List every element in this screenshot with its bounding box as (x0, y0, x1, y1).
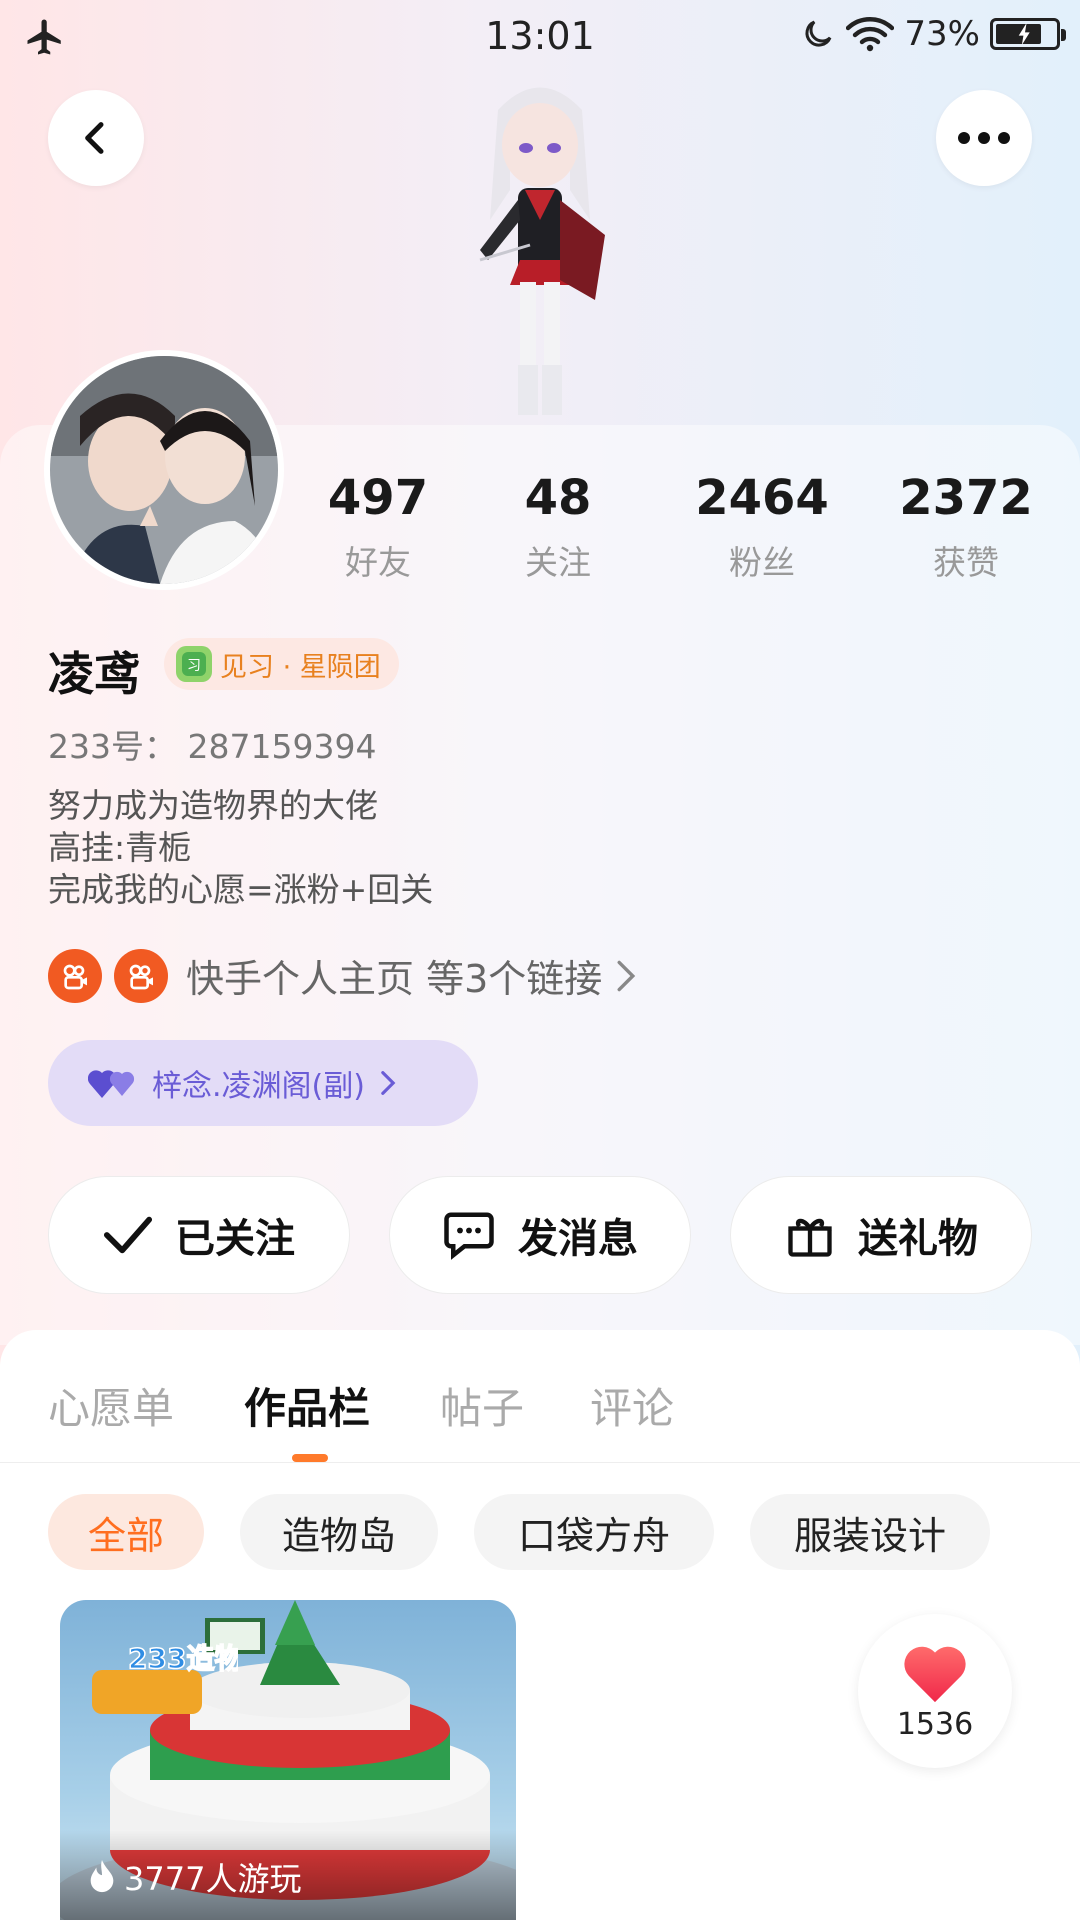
send-message-button[interactable]: 发消息 (389, 1176, 691, 1294)
stat-fans[interactable]: 2464 粉丝 (662, 470, 862, 584)
filter-chip-all[interactable]: 全部 (48, 1494, 204, 1570)
tab-wishlist[interactable]: 心愿单 (48, 1375, 174, 1436)
game-logo-text: 233造物岛 (128, 1642, 238, 1675)
stat-label: 获赞 (933, 543, 999, 582)
wifi-icon (846, 17, 895, 52)
status-bar: 13:01 73% (0, 0, 1080, 80)
send-message-label: 发消息 (518, 1216, 638, 1262)
tab-posts[interactable]: 帖子 (440, 1375, 524, 1436)
username: 凌鸢 (48, 647, 140, 701)
chat-bubble-icon (444, 1212, 494, 1260)
user-avatar[interactable] (44, 350, 284, 590)
battery-percent: 73% (904, 14, 980, 54)
stat-likes[interactable]: 2372 获赞 (866, 470, 1066, 584)
following-button[interactable]: 已关注 (48, 1176, 350, 1294)
game-logo: 233造物岛 (88, 1640, 271, 1720)
bio-line: 努力成为造物界的大佬 (48, 786, 378, 825)
like-button[interactable]: 1536 (858, 1614, 1012, 1768)
more-dots-icon (958, 132, 1010, 144)
title-badge-text: 见习 · 星陨团 (220, 651, 381, 683)
stat-label: 好友 (345, 543, 411, 582)
tab-divider (0, 1462, 1080, 1463)
tab-works[interactable]: 作品栏 (244, 1375, 370, 1436)
stat-value: 48 (524, 470, 592, 526)
user-id[interactable]: 233号： 287159394 (48, 720, 376, 768)
play-count: 3777人游玩 (88, 1854, 301, 1900)
gift-icon (788, 1218, 832, 1257)
play-count-text: 3777人游玩 (124, 1860, 302, 1898)
send-gift-button[interactable]: 送礼物 (730, 1176, 1032, 1294)
kuaishou-icon (114, 948, 168, 1003)
bio: 努力成为造物界的大佬 高挂:青栀 完成我的心愿=涨粉+回关 (48, 785, 433, 911)
like-count: 1536 (896, 1706, 974, 1742)
svg-text:习: 习 (187, 658, 201, 674)
filter-chip-fashion[interactable]: 服装设计 (750, 1494, 990, 1570)
send-gift-label: 送礼物 (858, 1216, 978, 1262)
links-label: 快手个人主页 等3个链接 (186, 957, 603, 1001)
stat-friends[interactable]: 497 好友 (278, 470, 478, 584)
chevron-right-icon (381, 1071, 396, 1095)
external-links[interactable]: 快手个人主页 等3个链接 (48, 948, 638, 1003)
badge-icon: 习 (176, 646, 212, 682)
battery-icon (990, 18, 1066, 50)
guild-name: 梓念.凌渊阁(副) (152, 1069, 365, 1104)
moon-icon (805, 20, 832, 47)
following-label: 已关注 (175, 1216, 295, 1262)
chevron-left-icon (85, 122, 104, 154)
filter-chip-koudai[interactable]: 口袋方舟 (474, 1494, 714, 1570)
stat-value: 2464 (695, 470, 829, 526)
avatar-character-image[interactable] (420, 70, 660, 425)
active-tab-indicator (292, 1454, 328, 1462)
stat-following[interactable]: 48 关注 (458, 470, 658, 584)
heart-group-icon (88, 1070, 135, 1098)
stat-value: 2372 (899, 470, 1033, 526)
stat-label: 粉丝 (729, 543, 795, 582)
kuaishou-icon (48, 948, 102, 1003)
chevron-right-icon (617, 960, 636, 991)
flame-icon (90, 1860, 114, 1893)
check-icon (103, 1216, 153, 1254)
bio-line: 完成我的心愿=涨粉+回关 (48, 870, 434, 909)
stat-label: 关注 (525, 543, 591, 582)
heart-icon (904, 1646, 966, 1702)
title-badge[interactable]: 习 见习 · 星陨团 (164, 638, 399, 690)
more-options-button[interactable] (936, 90, 1032, 186)
avatar-photo (50, 356, 278, 584)
back-button[interactable] (48, 90, 144, 186)
stat-value: 497 (327, 470, 429, 526)
filter-chip-zaowudao[interactable]: 造物岛 (240, 1494, 438, 1570)
tab-comments[interactable]: 评论 (590, 1375, 674, 1436)
guild-button[interactable]: 梓念.凌渊阁(副) (48, 1040, 478, 1126)
bio-line: 高挂:青栀 (48, 828, 192, 867)
work-card[interactable]: 233造物岛 3777人游玩 (60, 1600, 516, 1920)
